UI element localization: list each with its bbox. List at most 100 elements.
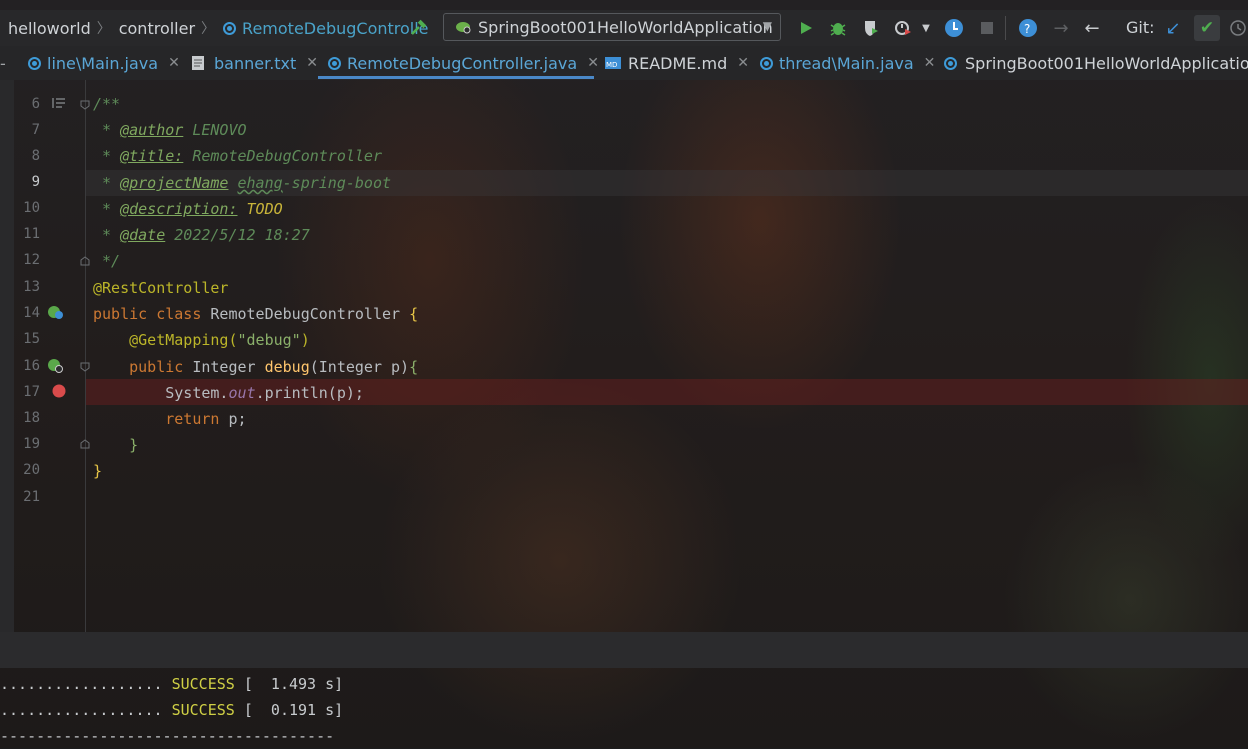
console-dots: .................. [0, 701, 163, 719]
tab-scroll-left-icon[interactable]: - [0, 54, 6, 73]
run-config-label: SpringBoot001HelloWorldApplication [478, 17, 773, 37]
console-dots: .................. [0, 675, 163, 693]
update-app-icon[interactable] [944, 18, 964, 38]
method-name: debug [264, 358, 310, 376]
tab-banner-txt[interactable]: banner.txt ✕ [191, 46, 318, 80]
project-panel-edge[interactable] [0, 80, 14, 632]
class-name: RemoteDebugController [210, 305, 401, 323]
editor-tab-bar: - line\Main.java ✕ banner.txt ✕ RemoteDe… [0, 46, 1248, 80]
doc-comment-open: /** [93, 95, 121, 113]
console-separator: ------------------------------------- [0, 727, 335, 745]
run-configuration-select[interactable]: SpringBoot001HelloWorldApplication ▼ [443, 13, 781, 41]
spring-boot-icon [456, 22, 471, 34]
close-icon[interactable]: ✕ [924, 55, 936, 71]
fold-icon[interactable] [79, 361, 91, 373]
console-line: .................. SUCCESS [ 1.493 s] [0, 671, 343, 697]
breakpoint-icon[interactable] [52, 384, 66, 398]
line-number: 15 [23, 331, 40, 347]
string-literal: "debug" [237, 331, 301, 349]
line-number: 19 [23, 436, 40, 452]
code-line[interactable]: return p; [93, 406, 246, 432]
breadcrumb-file[interactable]: RemoteDebugControlle [242, 19, 428, 38]
static-field: out [228, 384, 256, 402]
doc-star: * [93, 200, 121, 218]
code-line[interactable]: * @projectName ehang-spring-boot [93, 170, 391, 196]
close-icon[interactable]: ✕ [737, 55, 749, 71]
git-update-icon[interactable]: ↙ [1163, 18, 1183, 39]
code-line[interactable]: System.out.println(p); [93, 380, 364, 406]
breadcrumb-package[interactable]: controller [119, 19, 195, 38]
code-line[interactable]: @GetMapping("debug") [93, 327, 310, 353]
chevron-down-icon[interactable]: ▼ [916, 18, 936, 38]
tab-readme[interactable]: MD README.md ✕ [604, 46, 749, 80]
code-line[interactable]: * @date 2022/5/12 18:27 [93, 222, 310, 248]
code-line[interactable]: * @title: RemoteDebugController [93, 143, 382, 169]
git-history-clock-icon[interactable] [1228, 18, 1248, 38]
class-icon [760, 56, 773, 70]
keyword: public [129, 358, 184, 376]
code-line[interactable]: */ [93, 248, 120, 274]
render-docs-icon[interactable] [51, 96, 67, 110]
debug-bug-icon[interactable] [828, 18, 848, 38]
gutter-divider [85, 80, 86, 632]
build-time: [ 1.493 s] [234, 675, 344, 693]
line-number: 11 [23, 226, 40, 242]
doc-value: 2022/5/12 18:27 [165, 226, 310, 244]
chevron-right-icon: 〉 [96, 21, 111, 37]
fold-icon[interactable] [79, 438, 91, 450]
fold-icon[interactable] [79, 255, 91, 267]
spring-bean-gutter-icon[interactable] [47, 305, 65, 321]
hammer-build-icon[interactable] [408, 18, 428, 38]
tab-thread-main[interactable]: thread\Main.java ✕ [760, 46, 935, 80]
keyword: class [156, 305, 202, 323]
tab-remote-debug-controller[interactable]: RemoteDebugController.java ✕ [328, 46, 599, 80]
chevron-down-icon: ▼ [762, 19, 772, 33]
code-line[interactable]: @RestController [93, 275, 228, 301]
markdown-icon: MD [605, 57, 621, 69]
code-text: System. [165, 384, 229, 402]
git-commit-check-icon[interactable]: ✔ [1194, 15, 1220, 41]
tab-springboot-application[interactable]: SpringBoot001HelloWorldApplication. [944, 46, 1248, 80]
tab-line-main[interactable]: line\Main.java ✕ [28, 46, 180, 80]
coverage-shield-icon[interactable] [860, 18, 880, 38]
tab-label: README.md [628, 53, 728, 73]
spring-class-icon [944, 56, 957, 70]
code-line[interactable]: public class RemoteDebugController { [93, 301, 418, 327]
active-tab-indicator [318, 76, 594, 79]
spring-mapping-gutter-icon[interactable] [47, 358, 65, 374]
chevron-right-icon: 〉 [201, 21, 216, 37]
close-icon[interactable]: ✕ [306, 55, 318, 71]
close-icon[interactable]: ✕ [168, 55, 180, 71]
fold-icon[interactable] [79, 99, 91, 111]
doc-tag-title: @title: [120, 147, 184, 165]
code-line[interactable]: } [93, 458, 102, 484]
arrow-right-icon[interactable]: → [1051, 18, 1071, 39]
doc-comment-close: */ [93, 252, 121, 270]
line-number: 10 [23, 200, 40, 216]
doc-value: -spring-boot [282, 174, 392, 192]
git-label: Git: [1126, 18, 1155, 37]
line-number: 12 [23, 252, 40, 268]
code-line[interactable]: public Integer debug(Integer p){ [93, 354, 418, 380]
code-line[interactable]: * @description: TODO [93, 196, 283, 222]
doc-value: ehang-spring-boot [228, 174, 392, 192]
find-action-icon[interactable]: ? [1018, 18, 1038, 38]
code-text: .println(p); [255, 384, 364, 402]
arrow-left-icon[interactable]: ← [1082, 18, 1102, 39]
run-icon[interactable] [796, 18, 816, 38]
text-file-icon [192, 56, 204, 70]
code-line[interactable]: /** [93, 91, 120, 117]
stop-icon[interactable] [977, 18, 997, 38]
class-icon [28, 56, 41, 70]
close-icon[interactable]: ✕ [587, 55, 599, 71]
doc-star: * [93, 147, 121, 165]
profiler-icon[interactable] [893, 18, 913, 38]
svg-text:?: ? [1024, 22, 1030, 36]
class-icon [328, 56, 341, 70]
tool-window-header[interactable] [0, 632, 1248, 668]
code-line[interactable]: } [93, 432, 138, 458]
doc-tag-description: @description: [120, 200, 238, 218]
breadcrumb-project[interactable]: helloworld [8, 19, 91, 38]
code-line[interactable]: * @author LENOVO [93, 117, 247, 143]
class-icon [223, 21, 237, 35]
